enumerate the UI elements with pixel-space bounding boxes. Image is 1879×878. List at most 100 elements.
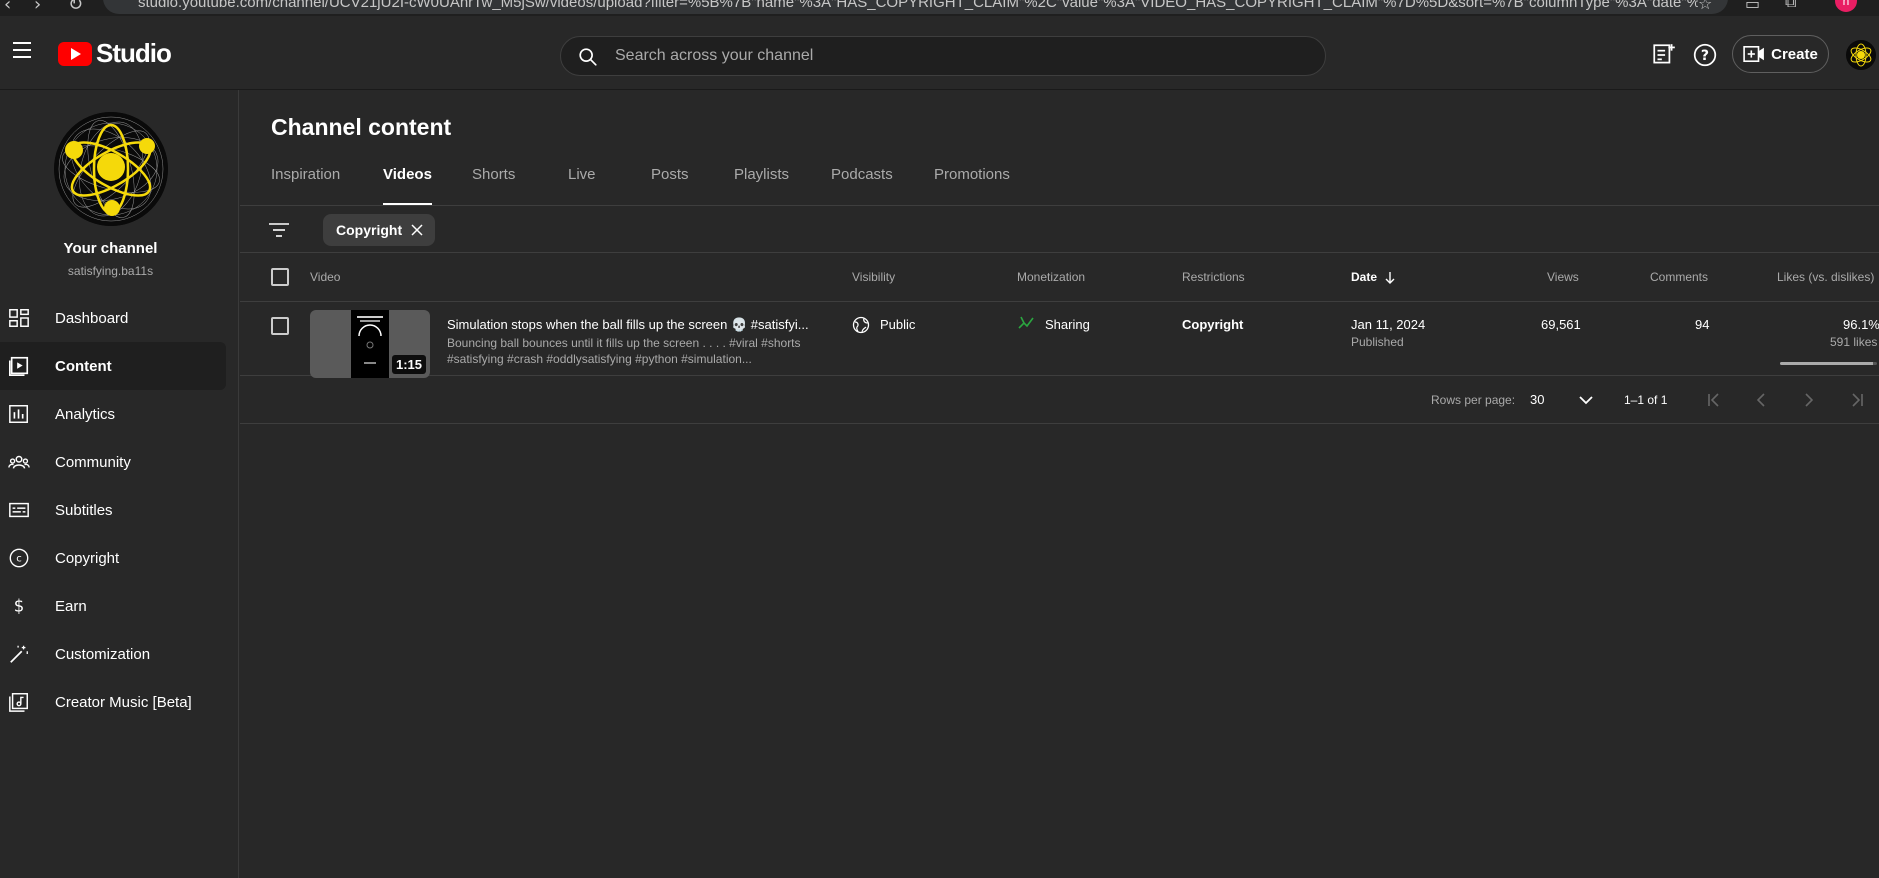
extension-icon[interactable]: ▭ bbox=[1745, 0, 1760, 14]
share-icon bbox=[1018, 316, 1034, 329]
help-icon[interactable]: ? bbox=[1692, 42, 1718, 68]
globe-icon bbox=[852, 316, 870, 334]
svg-text:?: ? bbox=[1701, 48, 1709, 64]
views-value: 69,561 bbox=[1541, 317, 1581, 332]
tab-shorts[interactable]: Shorts bbox=[472, 166, 515, 206]
column-header-video: Video bbox=[310, 270, 341, 284]
channel-title: Your channel bbox=[63, 240, 158, 257]
bookmark-star-icon[interactable]: ☆ bbox=[1698, 0, 1712, 14]
sidebar-item-subtitles[interactable]: Subtitles bbox=[0, 486, 226, 534]
restrictions-value[interactable]: Copyright bbox=[1182, 317, 1243, 332]
sidebar-nav: Dashboard Content Analytics Community Su… bbox=[0, 294, 239, 726]
sidebar-item-earn[interactable]: $ Earn bbox=[0, 582, 226, 630]
account-avatar[interactable] bbox=[1846, 40, 1876, 70]
extensions-puzzle-icon[interactable]: ⧉ bbox=[1785, 0, 1796, 12]
tab-inspiration[interactable]: Inspiration bbox=[271, 166, 340, 206]
comments-value[interactable]: 94 bbox=[1695, 317, 1709, 332]
chevron-down-icon[interactable] bbox=[1576, 390, 1596, 410]
thumbnail-image bbox=[351, 310, 389, 378]
search-input[interactable] bbox=[615, 37, 1305, 75]
address-bar-url[interactable]: studio.youtube.com/channel/UCV21jU2I-cW0… bbox=[138, 0, 1698, 11]
sidebar-item-content[interactable]: Content bbox=[0, 342, 226, 390]
sort-descending-icon[interactable] bbox=[1384, 271, 1396, 285]
tab-podcasts[interactable]: Podcasts bbox=[831, 166, 893, 206]
date-status: Published bbox=[1351, 335, 1404, 349]
filter-chip-label: Copyright bbox=[336, 222, 403, 238]
previous-page-icon[interactable] bbox=[1751, 390, 1771, 410]
sidebar-item-analytics[interactable]: Analytics bbox=[0, 390, 226, 438]
sidebar-item-copyright[interactable]: c Copyright bbox=[0, 534, 226, 582]
channel-avatar[interactable] bbox=[54, 112, 168, 226]
svg-text:$: $ bbox=[14, 597, 25, 616]
sidebar-item-community[interactable]: Community bbox=[0, 438, 226, 486]
filter-chip-copyright[interactable]: Copyright bbox=[323, 214, 436, 246]
sidebar-item-label: Customization bbox=[55, 645, 151, 663]
dashboard-icon bbox=[9, 309, 29, 327]
column-header-monetization: Monetization bbox=[1017, 270, 1086, 284]
last-page-icon[interactable] bbox=[1847, 390, 1867, 410]
search-bar[interactable] bbox=[560, 36, 1326, 76]
sidebar-item-label: Community bbox=[55, 453, 131, 471]
filter-bar: Copyright bbox=[240, 206, 1879, 253]
next-page-icon[interactable] bbox=[1799, 390, 1819, 410]
column-header-likes[interactable]: Likes (vs. dislikes) bbox=[1777, 270, 1874, 284]
feedback-icon[interactable] bbox=[1651, 42, 1677, 68]
music-icon bbox=[9, 693, 28, 712]
community-icon bbox=[8, 455, 30, 469]
forward-arrow-icon[interactable]: › bbox=[34, 0, 41, 15]
rows-per-page-select[interactable]: 30 bbox=[1530, 392, 1544, 407]
subtitles-icon bbox=[9, 502, 29, 518]
likes-percent: 96.1% bbox=[1843, 317, 1879, 332]
tab-promotions[interactable]: Promotions bbox=[934, 166, 1010, 206]
dollar-icon: $ bbox=[14, 597, 25, 616]
monetization-value[interactable]: Sharing bbox=[1045, 317, 1090, 332]
table-header: Video Visibility Monetization Restrictio… bbox=[240, 253, 1879, 302]
svg-text:c: c bbox=[16, 554, 22, 565]
sidebar-item-label: Copyright bbox=[55, 549, 120, 567]
search-icon[interactable] bbox=[577, 46, 599, 68]
sidebar-item-label: Analytics bbox=[55, 405, 116, 423]
column-header-date[interactable]: Date bbox=[1351, 270, 1377, 284]
menu-icon[interactable] bbox=[10, 38, 34, 62]
filter-icon[interactable] bbox=[268, 220, 290, 240]
page-title: Channel content bbox=[271, 114, 452, 140]
select-all-checkbox[interactable] bbox=[271, 268, 289, 286]
tab-videos[interactable]: Videos bbox=[383, 166, 432, 206]
logo-text: Studio bbox=[96, 38, 172, 68]
column-header-restrictions: Restrictions bbox=[1182, 270, 1245, 284]
visibility-value[interactable]: Public bbox=[880, 317, 915, 332]
likes-ratio-bar bbox=[1780, 362, 1877, 365]
sidebar-item-dashboard[interactable]: Dashboard bbox=[0, 294, 226, 342]
analytics-icon bbox=[9, 405, 28, 423]
create-button[interactable]: Create bbox=[1732, 35, 1829, 73]
tab-playlists[interactable]: Playlists bbox=[734, 166, 789, 206]
first-page-icon[interactable] bbox=[1704, 390, 1724, 410]
tab-posts[interactable]: Posts bbox=[651, 166, 689, 206]
sidebar-item-creator-music[interactable]: Creator Music [Beta] bbox=[0, 678, 226, 726]
likes-count: 591 likes bbox=[1830, 335, 1878, 349]
pagination: Rows per page: 30 1–1 of 1 bbox=[240, 376, 1879, 424]
content-icon bbox=[9, 356, 29, 376]
close-icon[interactable] bbox=[411, 224, 423, 236]
row-checkbox[interactable] bbox=[271, 317, 289, 335]
column-header-comments[interactable]: Comments bbox=[1650, 270, 1708, 284]
main-content: Channel content Inspiration Videos Short… bbox=[240, 90, 1879, 878]
browser-profile-avatar[interactable]: n bbox=[1835, 0, 1857, 12]
pagination-range: 1–1 of 1 bbox=[1624, 393, 1668, 407]
youtube-studio-logo[interactable]: Studio bbox=[58, 38, 172, 69]
video-description: Bouncing ball bounces until it fills up … bbox=[447, 336, 801, 366]
reload-icon[interactable]: ↻ bbox=[68, 0, 83, 15]
studio-header: Studio ? Create bbox=[0, 16, 1879, 90]
youtube-play-icon bbox=[58, 41, 92, 66]
back-arrow-icon[interactable]: ‹ bbox=[4, 0, 11, 15]
video-thumbnail[interactable]: 1:15 bbox=[310, 310, 430, 378]
tab-live[interactable]: Live bbox=[568, 166, 596, 206]
sidebar-item-customization[interactable]: Customization bbox=[0, 630, 226, 678]
column-header-views[interactable]: Views bbox=[1547, 270, 1579, 284]
column-header-visibility: Visibility bbox=[852, 270, 896, 284]
video-duration: 1:15 bbox=[391, 355, 426, 374]
copyright-icon: c bbox=[9, 548, 29, 568]
table-row[interactable]: 1:15 Simulation stops when the ball fill… bbox=[240, 302, 1879, 378]
video-title[interactable]: Simulation stops when the ball fills up … bbox=[447, 317, 827, 333]
sidebar: Your channel satisfying.ba11s Dashboard … bbox=[0, 90, 239, 878]
